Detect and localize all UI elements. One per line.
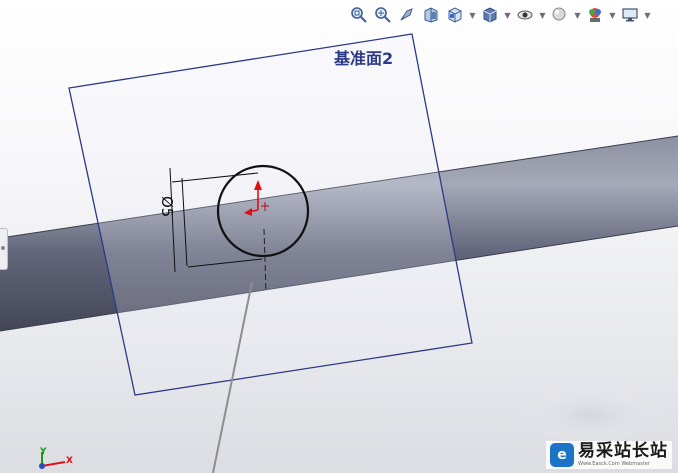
diameter-dimension-label[interactable]: Ø5 xyxy=(158,196,176,217)
reference-plane[interactable] xyxy=(68,33,473,396)
view-settings-icon xyxy=(622,8,638,22)
display-style-icon xyxy=(483,7,497,23)
apply-scene-button[interactable] xyxy=(584,4,606,26)
apply-scene-icon xyxy=(589,8,601,22)
zoom-to-area-icon xyxy=(375,7,391,23)
watermark: e 易采站长站 Www.Easck.Com Webmaster xyxy=(546,441,672,469)
watermark-logo-icon: e xyxy=(550,443,574,467)
triad-x-label: X xyxy=(66,456,73,466)
hide-show-items-button[interactable] xyxy=(514,4,536,26)
zoom-to-area-button[interactable] xyxy=(372,4,394,26)
watermark-text: 易采站长站 Www.Easck.Com Webmaster xyxy=(578,443,668,467)
section-view-icon xyxy=(424,7,438,23)
model-canvas[interactable] xyxy=(0,0,678,473)
graphics-viewport[interactable]: 基准面2 Ø5 X Y xyxy=(0,0,678,473)
zoom-to-fit-button[interactable] xyxy=(348,4,370,26)
view-settings-dropdown[interactable]: ▼ xyxy=(643,4,652,26)
plane-label[interactable]: 基准面2 xyxy=(334,45,393,69)
watermark-title: 易采站长站 xyxy=(578,441,668,461)
zoom-to-fit-icon xyxy=(351,7,367,23)
watermark-subtitle: Www.Easck.Com Webmaster xyxy=(578,461,650,467)
triad-x-axis xyxy=(41,461,66,467)
triad-y-label: Y xyxy=(40,447,47,457)
display-style-button[interactable] xyxy=(479,4,501,26)
view-settings-button[interactable] xyxy=(619,4,641,26)
view-orientation-button[interactable] xyxy=(444,4,466,26)
previous-view-icon xyxy=(400,8,413,21)
heads-up-view-toolbar: ▼ ▼ ▼ ▼ ▼ ▼ xyxy=(348,2,676,28)
previous-view-button[interactable] xyxy=(396,4,418,26)
edit-appearance-dropdown[interactable]: ▼ xyxy=(573,4,582,26)
display-style-dropdown[interactable]: ▼ xyxy=(503,4,512,26)
triad-origin xyxy=(39,463,45,469)
view-orientation-dropdown[interactable]: ▼ xyxy=(468,4,477,26)
floor-shadow xyxy=(520,387,660,443)
hide-show-items-icon xyxy=(517,10,533,20)
edit-appearance-icon xyxy=(552,7,566,21)
apply-scene-dropdown[interactable]: ▼ xyxy=(608,4,617,26)
section-view-button[interactable] xyxy=(420,4,442,26)
view-orientation-icon xyxy=(448,7,462,23)
hide-show-items-dropdown[interactable]: ▼ xyxy=(538,4,547,26)
edit-appearance-button[interactable] xyxy=(549,4,571,26)
panel-collapse-handle[interactable] xyxy=(0,228,8,270)
